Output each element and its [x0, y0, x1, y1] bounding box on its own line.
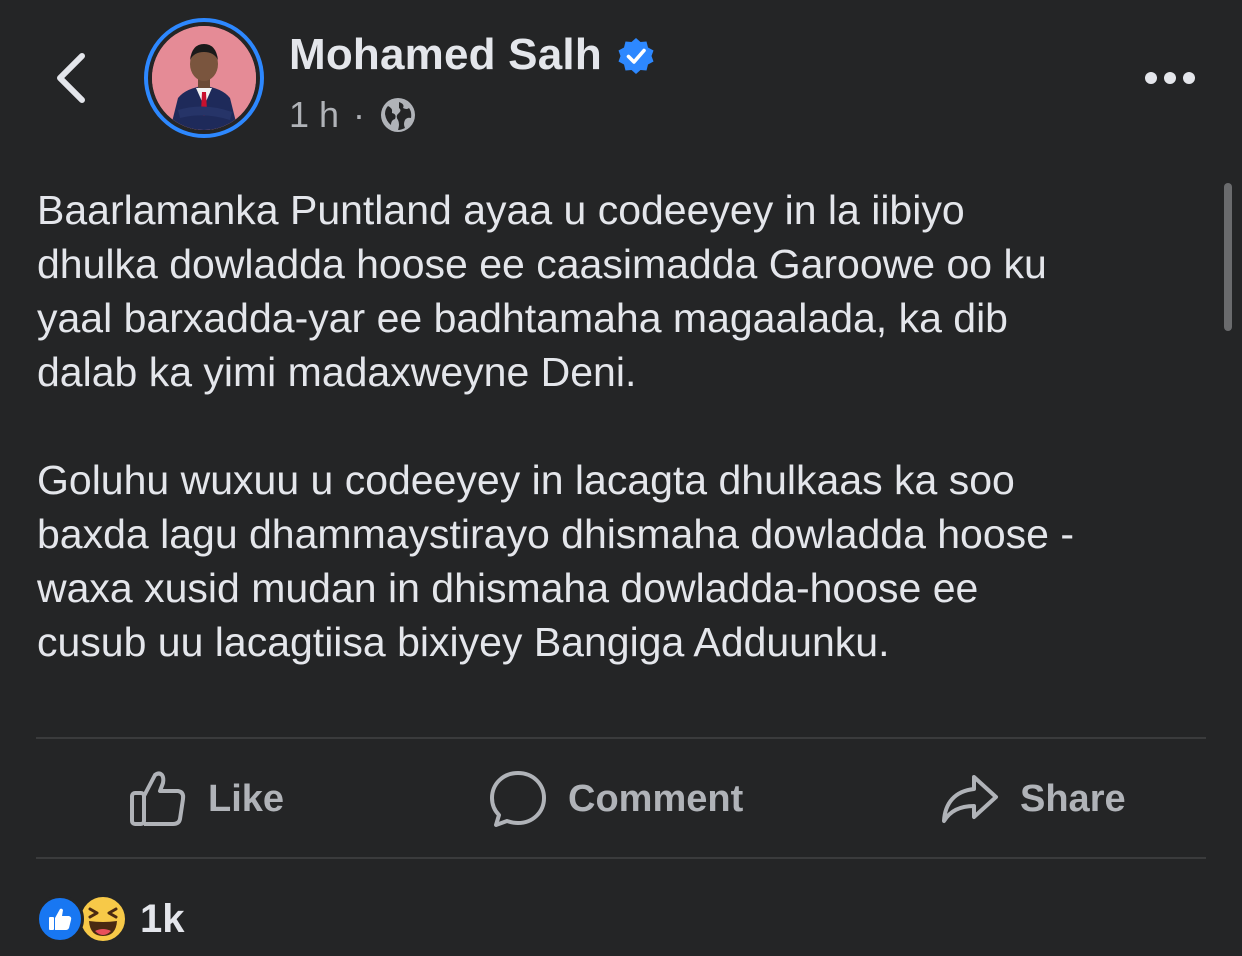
- post-meta: 1 h ·: [289, 94, 417, 136]
- avatar-photo: [152, 26, 256, 130]
- haha-reaction-icon: [79, 895, 127, 943]
- divider: [36, 857, 1206, 859]
- like-reaction-icon: [36, 895, 84, 943]
- more-options-button[interactable]: [1140, 60, 1200, 96]
- comment-label: Comment: [568, 777, 744, 820]
- like-button[interactable]: Like: [128, 764, 284, 834]
- post-paragraph: Baarlamanka Puntland ayaa u codeeyey in …: [37, 187, 1047, 395]
- more-horizontal-icon: [1145, 72, 1195, 84]
- divider: [36, 737, 1206, 739]
- comment-button[interactable]: Comment: [488, 764, 743, 834]
- post-time[interactable]: 1 h: [289, 94, 339, 136]
- share-label: Share: [1020, 777, 1126, 820]
- thumbs-up-icon: [130, 771, 186, 826]
- back-button[interactable]: [48, 48, 92, 108]
- reactions-summary[interactable]: 1k: [36, 893, 185, 945]
- post-detail-screen: Mohamed Salh 1 h · Baarlamanka Puntland …: [0, 0, 1242, 956]
- comment-bubble-icon: [490, 771, 546, 827]
- globe-icon: [381, 98, 416, 132]
- post-body: Baarlamanka Puntland ayaa u codeeyey in …: [37, 183, 1217, 669]
- share-button[interactable]: Share: [940, 764, 1126, 834]
- chevron-left-icon: [57, 53, 85, 103]
- share-arrow-icon: [942, 775, 998, 823]
- scrollbar-thumb[interactable]: [1224, 183, 1232, 331]
- meta-separator: ·: [353, 94, 366, 135]
- author-name[interactable]: Mohamed Salh: [289, 30, 602, 80]
- like-label: Like: [208, 777, 285, 820]
- verified-badge-icon: [618, 38, 654, 74]
- author-avatar[interactable]: [144, 18, 264, 138]
- post-paragraph: Goluhu wuxuu u codeeyey in lacagta dhulk…: [37, 457, 1075, 665]
- reaction-count: 1k: [140, 896, 185, 941]
